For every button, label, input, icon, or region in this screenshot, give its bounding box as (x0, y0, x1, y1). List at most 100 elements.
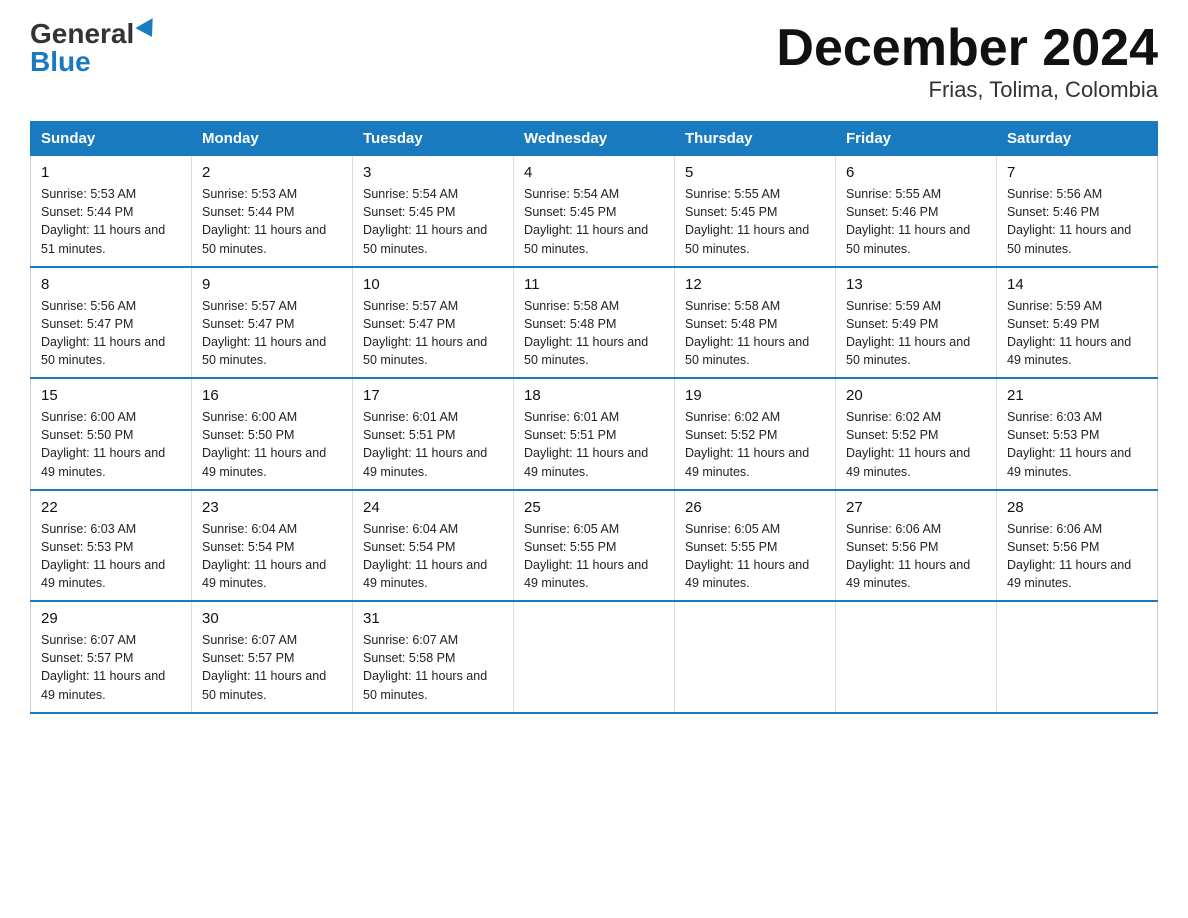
calendar-cell: 25 Sunrise: 6:05 AMSunset: 5:55 PMDayligh… (514, 490, 675, 602)
calendar-cell: 12 Sunrise: 5:58 AMSunset: 5:48 PMDayligh… (675, 267, 836, 379)
calendar-cell: 13Sunrise: 5:59 AMSunset: 5:49 PMDayligh… (836, 267, 997, 379)
day-number: 19 (685, 387, 825, 404)
calendar-week-row: 29 Sunrise: 6:07 AMSunset: 5:57 PMDayligh… (31, 601, 1158, 713)
calendar-cell: 27 Sunrise: 6:06 AMSunset: 5:56 PMDayligh… (836, 490, 997, 602)
day-info: Sunrise: 6:01 AMSunset: 5:51 PMDaylight:… (524, 408, 664, 481)
logo-blue-text: Blue (30, 48, 91, 76)
day-info: Sunrise: 5:54 AMSunset: 5:45 PMDaylight:… (524, 185, 664, 258)
calendar-cell (836, 601, 997, 713)
calendar-cell: 2 Sunrise: 5:53 AMSunset: 5:44 PMDaylight… (192, 156, 353, 267)
day-number: 14 (1007, 276, 1147, 293)
day-info: Sunrise: 6:03 AMSunset: 5:53 PMDaylight:… (41, 520, 181, 593)
weekday-header-friday: Friday (836, 122, 997, 156)
logo-triangle-icon (136, 18, 161, 42)
day-number: 20 (846, 387, 986, 404)
day-number: 26 (685, 499, 825, 516)
weekday-header-tuesday: Tuesday (353, 122, 514, 156)
day-info: Sunrise: 6:01 AMSunset: 5:51 PMDaylight:… (363, 408, 503, 481)
calendar-cell: 6 Sunrise: 5:55 AMSunset: 5:46 PMDaylight… (836, 156, 997, 267)
day-info: Sunrise: 5:56 AMSunset: 5:46 PMDaylight:… (1007, 185, 1147, 258)
day-info: Sunrise: 6:05 AMSunset: 5:55 PMDaylight:… (685, 520, 825, 593)
calendar-cell: 31Sunrise: 6:07 AMSunset: 5:58 PMDayligh… (353, 601, 514, 713)
day-info: Sunrise: 6:02 AMSunset: 5:52 PMDaylight:… (685, 408, 825, 481)
day-number: 3 (363, 164, 503, 181)
calendar-week-row: 22Sunrise: 6:03 AMSunset: 5:53 PMDayligh… (31, 490, 1158, 602)
calendar-cell: 20 Sunrise: 6:02 AMSunset: 5:52 PMDayligh… (836, 378, 997, 490)
weekday-header-wednesday: Wednesday (514, 122, 675, 156)
calendar-cell: 11 Sunrise: 5:58 AMSunset: 5:48 PMDayligh… (514, 267, 675, 379)
day-number: 13 (846, 276, 986, 293)
day-number: 8 (41, 276, 181, 293)
weekday-header-saturday: Saturday (997, 122, 1158, 156)
calendar-cell: 9 Sunrise: 5:57 AMSunset: 5:47 PMDaylight… (192, 267, 353, 379)
calendar-cell: 17 Sunrise: 6:01 AMSunset: 5:51 PMDayligh… (353, 378, 514, 490)
calendar-week-row: 1 Sunrise: 5:53 AMSunset: 5:44 PMDaylight… (31, 156, 1158, 267)
day-number: 23 (202, 499, 342, 516)
calendar-cell: 5 Sunrise: 5:55 AMSunset: 5:45 PMDaylight… (675, 156, 836, 267)
calendar-cell: 8 Sunrise: 5:56 AMSunset: 5:47 PMDaylight… (31, 267, 192, 379)
calendar-cell: 29 Sunrise: 6:07 AMSunset: 5:57 PMDayligh… (31, 601, 192, 713)
day-number: 16 (202, 387, 342, 404)
day-info: Sunrise: 6:06 AMSunset: 5:56 PMDaylight:… (1007, 520, 1147, 593)
day-info: Sunrise: 5:56 AMSunset: 5:47 PMDaylight:… (41, 297, 181, 370)
day-info: Sunrise: 6:00 AMSunset: 5:50 PMDaylight:… (41, 408, 181, 481)
calendar-cell (997, 601, 1158, 713)
calendar-subtitle: Frias, Tolima, Colombia (776, 77, 1158, 103)
calendar-cell (675, 601, 836, 713)
title-block: December 2024 Frias, Tolima, Colombia (776, 20, 1158, 103)
calendar-cell: 16Sunrise: 6:00 AMSunset: 5:50 PMDayligh… (192, 378, 353, 490)
day-info: Sunrise: 5:58 AMSunset: 5:48 PMDaylight:… (685, 297, 825, 370)
day-info: Sunrise: 5:55 AMSunset: 5:45 PMDaylight:… (685, 185, 825, 258)
day-number: 17 (363, 387, 503, 404)
day-info: Sunrise: 6:07 AMSunset: 5:57 PMDaylight:… (41, 631, 181, 704)
calendar-cell: 18Sunrise: 6:01 AMSunset: 5:51 PMDayligh… (514, 378, 675, 490)
day-info: Sunrise: 5:57 AMSunset: 5:47 PMDaylight:… (202, 297, 342, 370)
day-number: 4 (524, 164, 664, 181)
day-number: 25 (524, 499, 664, 516)
logo: General Blue (30, 20, 158, 76)
calendar-cell: 26 Sunrise: 6:05 AMSunset: 5:55 PMDayligh… (675, 490, 836, 602)
day-number: 2 (202, 164, 342, 181)
day-info: Sunrise: 5:55 AMSunset: 5:46 PMDaylight:… (846, 185, 986, 258)
calendar-title: December 2024 (776, 20, 1158, 77)
weekday-header-monday: Monday (192, 122, 353, 156)
day-number: 12 (685, 276, 825, 293)
page-header: General Blue December 2024 Frias, Tolima… (30, 20, 1158, 103)
day-info: Sunrise: 6:02 AMSunset: 5:52 PMDaylight:… (846, 408, 986, 481)
calendar-cell: 3 Sunrise: 5:54 AMSunset: 5:45 PMDaylight… (353, 156, 514, 267)
day-number: 5 (685, 164, 825, 181)
calendar-cell: 10Sunrise: 5:57 AMSunset: 5:47 PMDayligh… (353, 267, 514, 379)
calendar-cell: 21 Sunrise: 6:03 AMSunset: 5:53 PMDayligh… (997, 378, 1158, 490)
calendar-cell: 19 Sunrise: 6:02 AMSunset: 5:52 PMDayligh… (675, 378, 836, 490)
day-number: 27 (846, 499, 986, 516)
calendar-cell: 4 Sunrise: 5:54 AMSunset: 5:45 PMDaylight… (514, 156, 675, 267)
day-number: 31 (363, 610, 503, 627)
weekday-header-thursday: Thursday (675, 122, 836, 156)
day-info: Sunrise: 6:04 AMSunset: 5:54 PMDaylight:… (363, 520, 503, 593)
day-number: 9 (202, 276, 342, 293)
day-number: 10 (363, 276, 503, 293)
day-number: 11 (524, 276, 664, 293)
day-info: Sunrise: 5:59 AMSunset: 5:49 PMDaylight:… (1007, 297, 1147, 370)
day-info: Sunrise: 5:58 AMSunset: 5:48 PMDaylight:… (524, 297, 664, 370)
logo-general-text: General (30, 20, 134, 48)
calendar-cell (514, 601, 675, 713)
calendar-week-row: 15Sunrise: 6:00 AMSunset: 5:50 PMDayligh… (31, 378, 1158, 490)
day-number: 30 (202, 610, 342, 627)
day-info: Sunrise: 6:05 AMSunset: 5:55 PMDaylight:… (524, 520, 664, 593)
day-info: Sunrise: 5:53 AMSunset: 5:44 PMDaylight:… (202, 185, 342, 258)
day-info: Sunrise: 5:54 AMSunset: 5:45 PMDaylight:… (363, 185, 503, 258)
day-number: 28 (1007, 499, 1147, 516)
day-info: Sunrise: 6:07 AMSunset: 5:57 PMDaylight:… (202, 631, 342, 704)
calendar-cell: 22Sunrise: 6:03 AMSunset: 5:53 PMDayligh… (31, 490, 192, 602)
day-number: 21 (1007, 387, 1147, 404)
calendar-cell: 14 Sunrise: 5:59 AMSunset: 5:49 PMDayligh… (997, 267, 1158, 379)
calendar-table: SundayMondayTuesdayWednesdayThursdayFrid… (30, 121, 1158, 714)
day-number: 6 (846, 164, 986, 181)
day-number: 1 (41, 164, 181, 181)
calendar-cell: 30 Sunrise: 6:07 AMSunset: 5:57 PMDayligh… (192, 601, 353, 713)
day-info: Sunrise: 6:03 AMSunset: 5:53 PMDaylight:… (1007, 408, 1147, 481)
calendar-cell: 28 Sunrise: 6:06 AMSunset: 5:56 PMDayligh… (997, 490, 1158, 602)
day-number: 29 (41, 610, 181, 627)
day-info: Sunrise: 6:06 AMSunset: 5:56 PMDaylight:… (846, 520, 986, 593)
